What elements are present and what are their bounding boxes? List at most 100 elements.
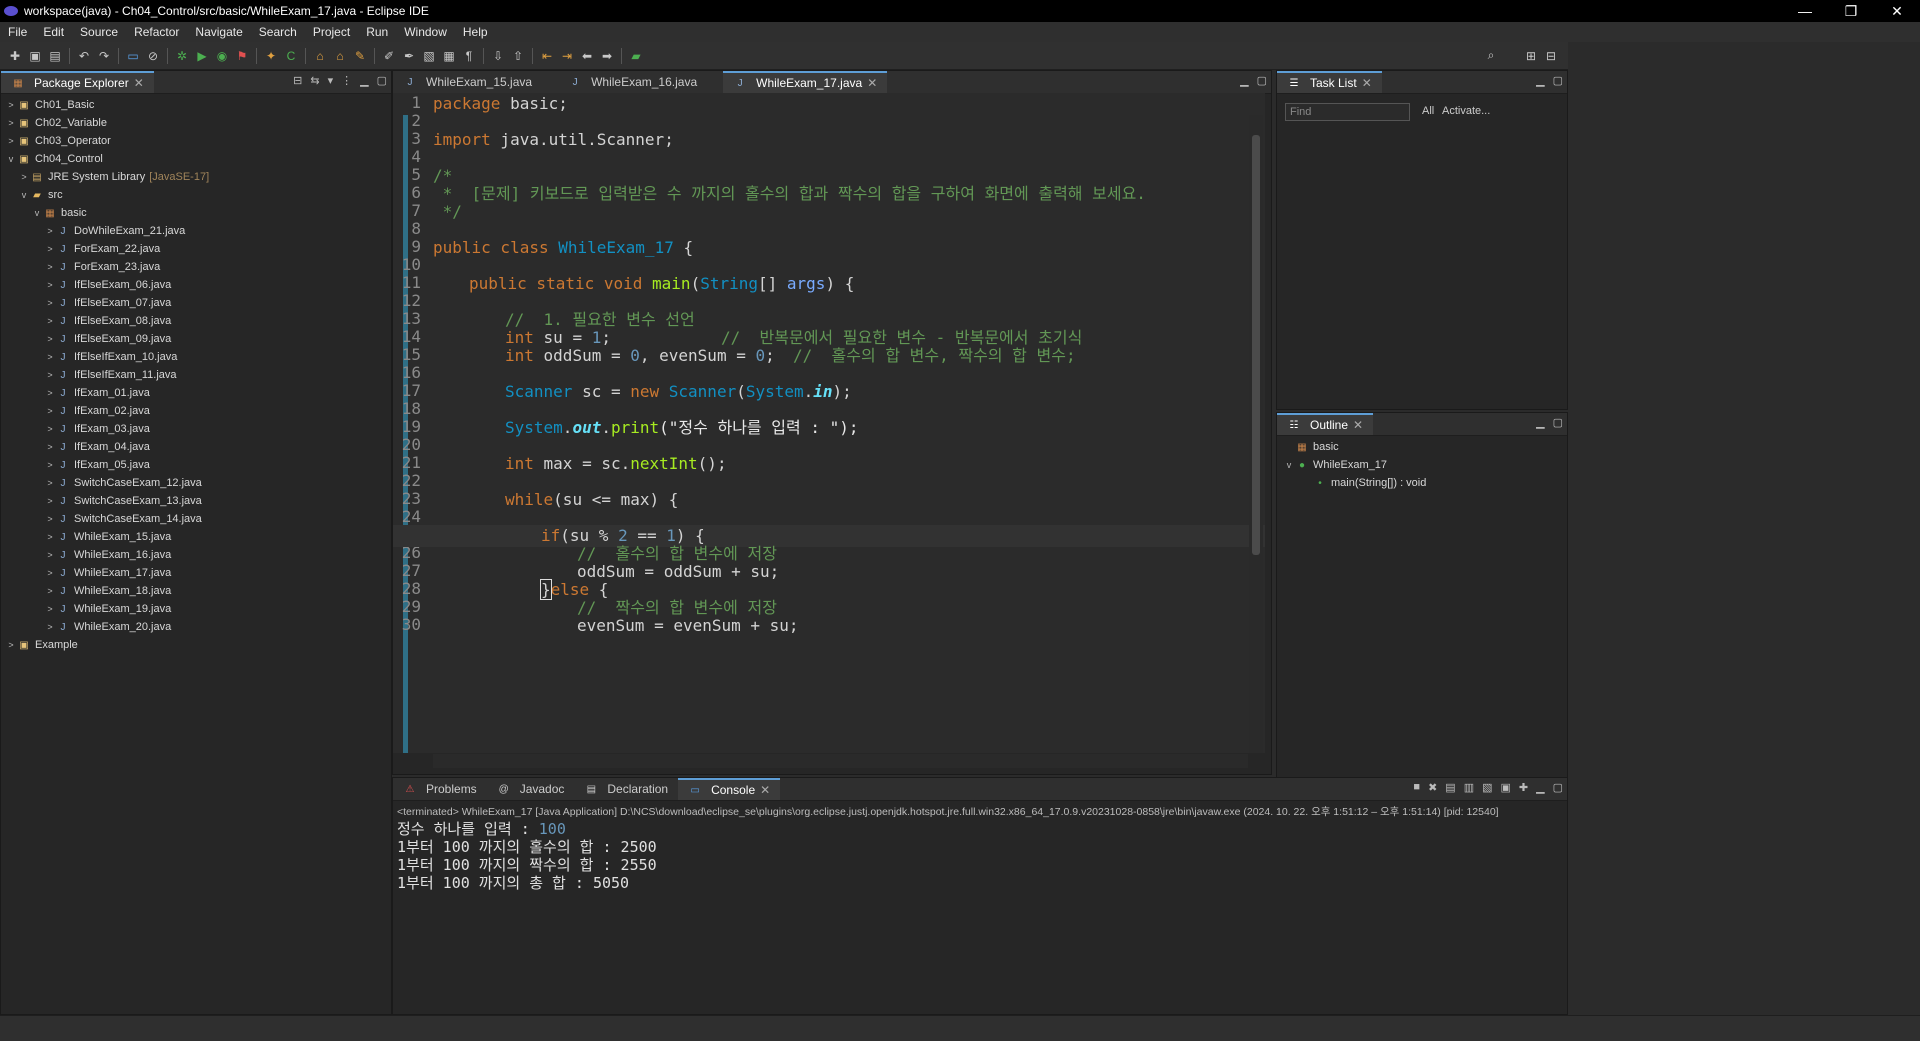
tree-item-file[interactable]: > J ForExam_22.java	[1, 240, 391, 258]
chevron-right-icon[interactable]: >	[44, 478, 56, 488]
maximize-view-icon[interactable]: ▢	[1257, 74, 1267, 87]
scroll-lock-icon[interactable]: ▥	[1464, 781, 1474, 794]
maximize-view-icon[interactable]: ▢	[1553, 416, 1563, 429]
tree-item-file[interactable]: > J IfElseExam_08.java	[1, 312, 391, 330]
chevron-right-icon[interactable]: >	[44, 514, 56, 524]
scrollbar-thumb[interactable]	[1252, 135, 1260, 555]
java-perspective-icon[interactable]: ⊟	[1542, 48, 1560, 64]
outline-class[interactable]: v ● WhileExam_17	[1277, 456, 1567, 474]
tree-item-project[interactable]: > ▣ Example	[1, 636, 391, 654]
tree-item-project[interactable]: > ▣ Ch03_Operator	[1, 132, 391, 150]
tree-item-project[interactable]: > ▣ Ch02_Variable	[1, 114, 391, 132]
menu-run[interactable]: Run	[358, 25, 396, 39]
tree-item-file[interactable]: > J IfExam_05.java	[1, 456, 391, 474]
chevron-right-icon[interactable]: >	[44, 226, 56, 236]
word-wrap-icon[interactable]: ▦	[440, 48, 458, 64]
code-area[interactable]: 1 2 3 4 5 6 7 8 9 10 11 12 13 14 15 16 17 18 19 20 21 22 23 24 2…	[393, 93, 1265, 753]
coverage-icon[interactable]: ◉	[213, 48, 231, 64]
annotation-icon[interactable]: ✐	[380, 48, 398, 64]
tree-item-file[interactable]: > J IfElseIfExam_11.java	[1, 366, 391, 384]
clear-console-icon[interactable]: ▤	[1445, 781, 1455, 794]
chevron-right-icon[interactable]: >	[44, 406, 56, 416]
undo-icon[interactable]: ↶	[75, 48, 93, 64]
open-task-icon[interactable]: ⌂	[331, 48, 349, 64]
chevron-right-icon[interactable]: >	[44, 622, 56, 632]
mark-occurrences-icon[interactable]: ✒	[400, 48, 418, 64]
outline-method[interactable]: • main(String[]) : void	[1277, 474, 1567, 492]
chevron-right-icon[interactable]: >	[5, 118, 17, 128]
minimize-view-icon[interactable]: ▁	[360, 74, 368, 87]
menu-file[interactable]: File	[0, 25, 35, 39]
menu-edit[interactable]: Edit	[35, 25, 72, 39]
forward-icon[interactable]: ➡	[598, 48, 616, 64]
chevron-right-icon[interactable]: >	[44, 550, 56, 560]
collapse-all-icon[interactable]: ⊟	[293, 74, 302, 87]
link-editor-icon[interactable]: ⇆	[310, 74, 319, 87]
close-icon[interactable]: ✕	[1362, 76, 1372, 90]
chevron-right-icon[interactable]: >	[44, 424, 56, 434]
save-all-icon[interactable]: ▤	[46, 48, 64, 64]
tree-item-file[interactable]: > J WhileExam_15.java	[1, 528, 391, 546]
tree-item-file[interactable]: > J IfElseExam_07.java	[1, 294, 391, 312]
external-tools-icon[interactable]: ⚑	[233, 48, 251, 64]
close-icon[interactable]: ✕	[1353, 418, 1363, 432]
new-class-icon[interactable]: C	[282, 48, 300, 64]
chevron-right-icon[interactable]: >	[5, 640, 17, 650]
minimize-view-icon[interactable]: ▁	[1240, 74, 1248, 87]
skip-breakpoints-icon[interactable]: ⊘	[144, 48, 162, 64]
tree-item-file[interactable]: > J IfExam_01.java	[1, 384, 391, 402]
minimize-view-icon[interactable]: ▁	[1536, 781, 1544, 794]
editor-horizontal-scrollbar[interactable]	[433, 754, 1248, 768]
task-filter-all[interactable]: All	[1422, 105, 1434, 117]
tree-item-file[interactable]: > J SwitchCaseExam_14.java	[1, 510, 391, 528]
minimize-view-icon[interactable]: ▁	[1536, 74, 1544, 87]
tree-item-file[interactable]: > J SwitchCaseExam_13.java	[1, 492, 391, 510]
tree-item-package[interactable]: v ▦ basic	[1, 204, 391, 222]
maximize-view-icon[interactable]: ▢	[1553, 781, 1563, 794]
menu-search[interactable]: Search	[251, 25, 305, 39]
outline-package[interactable]: ▦ basic	[1277, 438, 1567, 456]
show-whitespace-icon[interactable]: ¶	[460, 48, 478, 64]
editor-vertical-scrollbar[interactable]	[1249, 115, 1263, 753]
last-edit-icon[interactable]: ⇤	[538, 48, 556, 64]
chevron-down-icon[interactable]: v	[5, 154, 17, 164]
display-console-icon[interactable]: ▣	[1501, 781, 1511, 794]
tree-item-file[interactable]: > J DoWhileExam_21.java	[1, 222, 391, 240]
tree-item-file[interactable]: > J ForExam_23.java	[1, 258, 391, 276]
tab-outline[interactable]: ☷ Outline ✕	[1277, 413, 1374, 435]
chevron-right-icon[interactable]: >	[44, 316, 56, 326]
minimize-button[interactable]: —	[1782, 3, 1828, 19]
tree-item-file[interactable]: > J IfElseExam_06.java	[1, 276, 391, 294]
menu-project[interactable]: Project	[305, 25, 358, 39]
tab-console[interactable]: ▭ Console ✕	[678, 778, 781, 800]
tree-item-file[interactable]: > J WhileExam_17.java	[1, 564, 391, 582]
chevron-right-icon[interactable]: >	[44, 442, 56, 452]
terminate-icon[interactable]: ■	[1413, 781, 1420, 794]
chevron-right-icon[interactable]: >	[44, 280, 56, 290]
chevron-right-icon[interactable]: >	[44, 244, 56, 254]
save-icon[interactable]: ▣	[26, 48, 44, 64]
new-java-project-icon[interactable]: ✦	[262, 48, 280, 64]
pin-console-icon[interactable]: ▧	[1482, 781, 1492, 794]
menu-help[interactable]: Help	[455, 25, 496, 39]
maximize-view-icon[interactable]: ▢	[377, 74, 387, 87]
chevron-right-icon[interactable]: >	[44, 298, 56, 308]
chevron-right-icon[interactable]: >	[44, 352, 56, 362]
open-console-icon[interactable]: ✚	[1519, 781, 1528, 794]
redo-icon[interactable]: ↷	[95, 48, 113, 64]
chevron-right-icon[interactable]: >	[44, 334, 56, 344]
tree-item-file[interactable]: > J SwitchCaseExam_12.java	[1, 474, 391, 492]
chevron-right-icon[interactable]: >	[44, 460, 56, 470]
remove-launch-icon[interactable]: ✖	[1428, 781, 1437, 794]
close-icon[interactable]: ✕	[760, 783, 770, 797]
view-menu-icon[interactable]: ⋮	[341, 74, 352, 87]
console-output[interactable]: 정수 하나를 입력 : 100 1부터 100 까지의 홀수의 합 : 2500…	[397, 820, 657, 892]
chevron-right-icon[interactable]: >	[5, 136, 17, 146]
editor-tab[interactable]: J WhileExam_15.java	[393, 71, 542, 93]
close-icon[interactable]: ✕	[867, 76, 877, 90]
search-icon[interactable]: ⌕	[1482, 48, 1500, 64]
menu-source[interactable]: Source	[72, 25, 126, 39]
tree-item-file[interactable]: > J WhileExam_18.java	[1, 582, 391, 600]
next-annotation-icon[interactable]: ⇩	[489, 48, 507, 64]
chevron-right-icon[interactable]: >	[44, 604, 56, 614]
